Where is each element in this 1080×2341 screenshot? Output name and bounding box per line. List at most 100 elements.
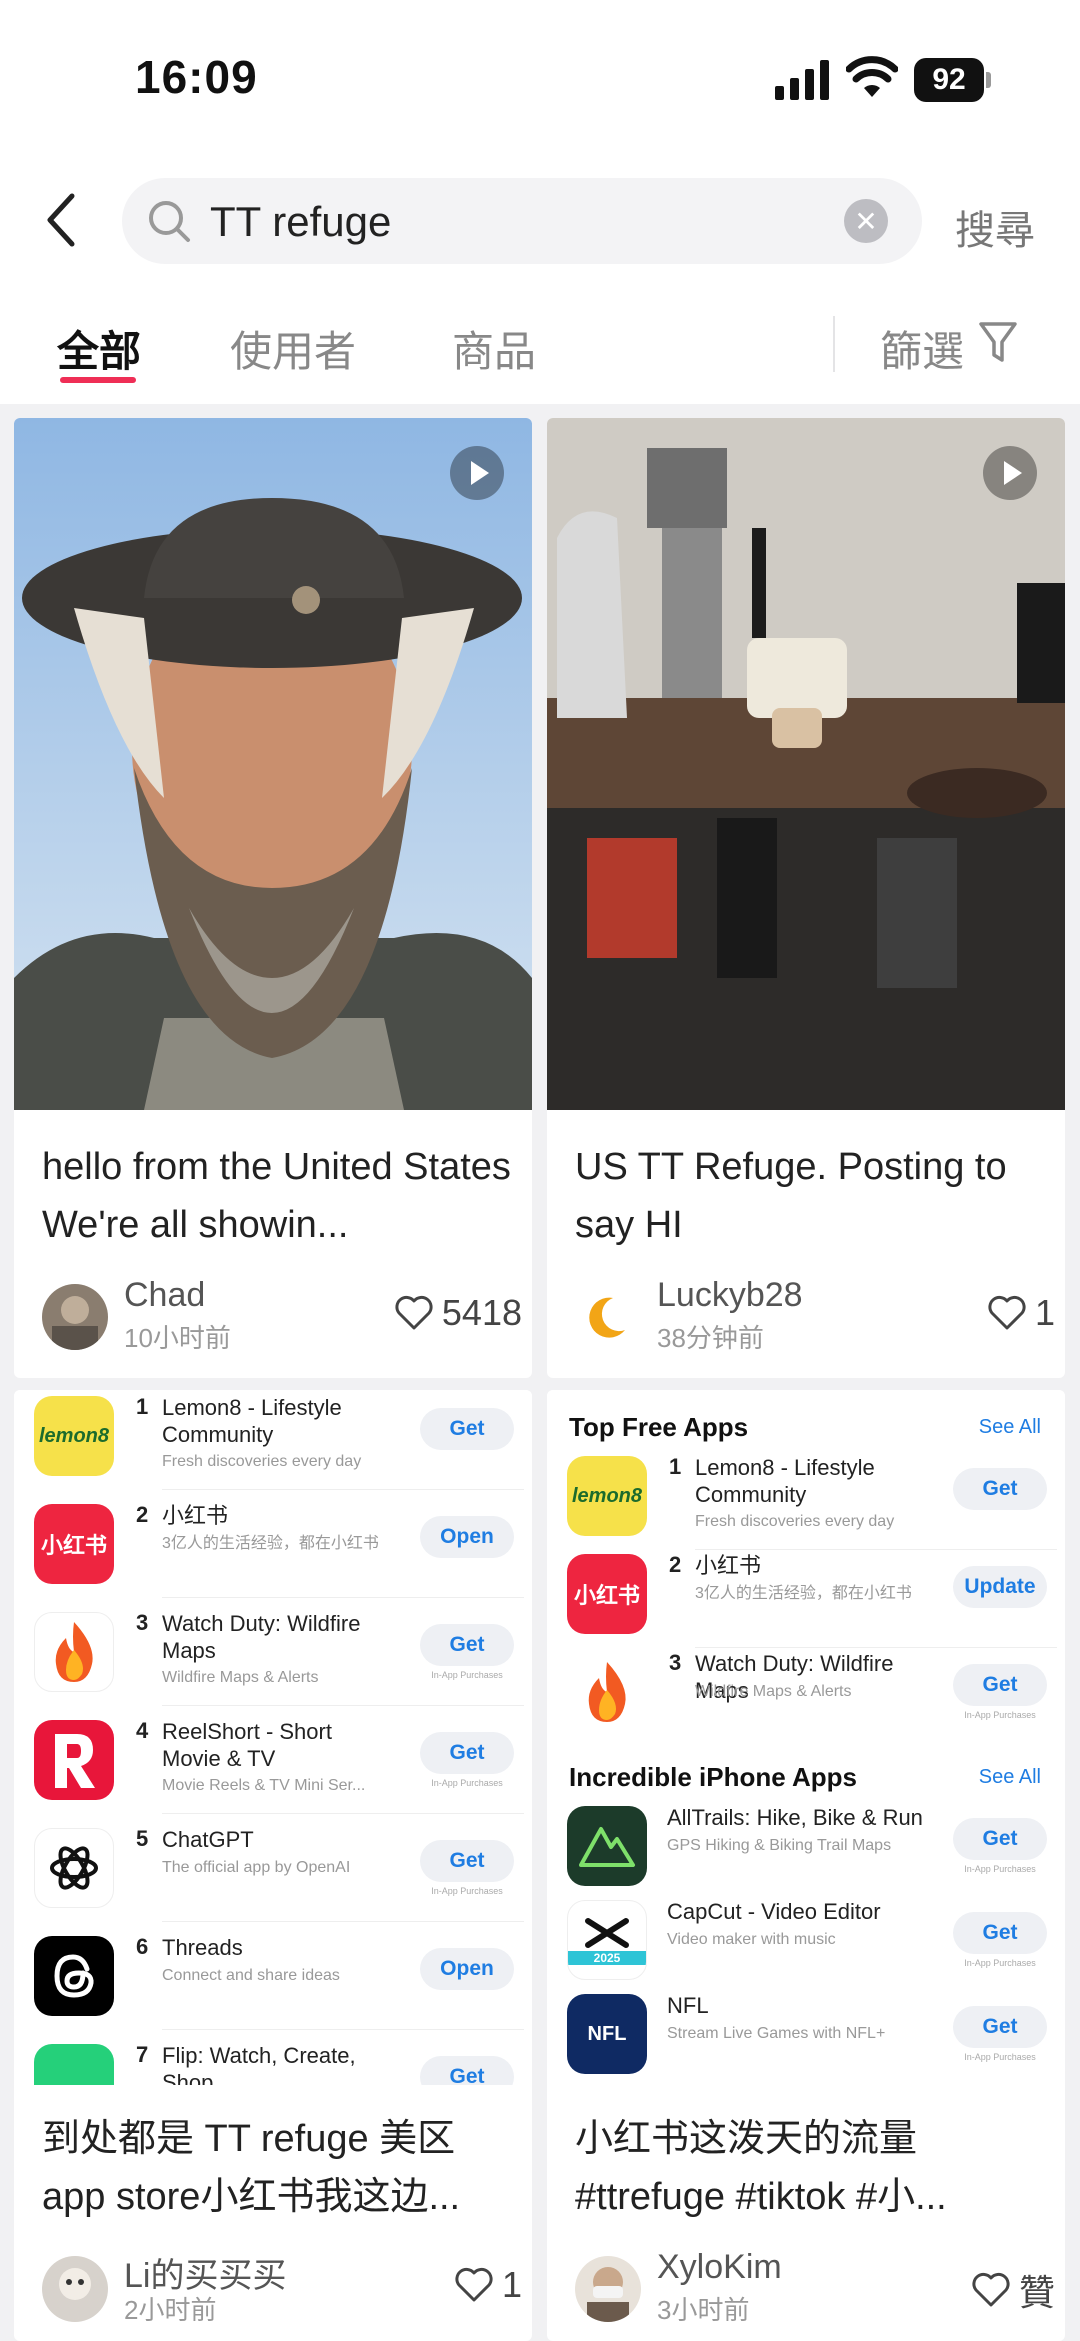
app-row: 3 Watch Duty: Wildfire Maps Wildfire Map… <box>34 1606 524 1706</box>
video-thumbnail[interactable] <box>547 418 1065 1110</box>
avatar[interactable] <box>42 1284 108 1350</box>
post-meta: Luckyb28 38分钟前 1 <box>575 1274 1055 1354</box>
app-row: 7 Flip: Watch, Create, Shop Get <box>34 2038 524 2085</box>
post-caption[interactable]: hello from the United States We're all s… <box>42 1138 512 1254</box>
lemon8-icon: lemon8 <box>567 1456 647 1536</box>
heart-icon <box>988 1295 1026 1330</box>
xiaohongshu-icon: 小红书 <box>567 1554 647 1634</box>
post-caption[interactable]: US TT Refuge. Posting to say HI <box>575 1138 1045 1254</box>
search-query[interactable]: TT refuge <box>210 198 391 246</box>
heart-icon <box>395 1295 433 1330</box>
avatar[interactable] <box>575 1284 641 1350</box>
status-bar: 16:09 92 <box>0 0 1080 160</box>
reelshort-icon <box>34 1720 114 1800</box>
post-image[interactable]: Top Free Apps See All lemon8 1 Lemon8 - … <box>547 1390 1065 2085</box>
post-image[interactable]: lemon8 1 Lemon8 - Lifestyle Community Fr… <box>14 1390 532 2085</box>
app-row: 4 ReelShort - Short Movie & TV Movie Ree… <box>34 1714 524 1814</box>
video-thumbnail[interactable] <box>14 418 532 1110</box>
get-button: Get <box>420 1408 514 1450</box>
filter-funnel-icon[interactable] <box>978 320 1018 366</box>
chatgpt-icon <box>34 1828 114 1908</box>
cellular-signal-icon <box>775 60 829 100</box>
open-button: Open <box>420 1948 514 1990</box>
like-count: 1 <box>1034 1292 1055 1333</box>
tab-users[interactable]: 使用者 <box>230 318 356 379</box>
app-store-screenshot: lemon8 1 Lemon8 - Lifestyle Community Fr… <box>14 1390 532 2085</box>
get-button: Get <box>420 1732 514 1774</box>
author-name[interactable]: Luckyb28 <box>657 1276 803 1315</box>
post-card[interactable]: US TT Refuge. Posting to say HI Luckyb28… <box>547 418 1065 1378</box>
like-button[interactable]: 5418 <box>394 1292 522 1334</box>
app-row: 小红书 2 小红书 3亿人的生活经验，都在小红书 Open <box>34 1498 524 1598</box>
app-row: lemon8 1 Lemon8 - Lifestyle Community Fr… <box>34 1390 524 1490</box>
search-icon <box>149 201 190 242</box>
post-caption[interactable]: 到处都是 TT refuge 美区 app store小红书我这边... <box>42 2110 512 2226</box>
header: 16:09 92 TT refuge ✕ 搜尋 全部 使用者 商品 篩選 <box>0 0 1080 404</box>
app-row: lemon8 1 Lemon8 - Lifestyle Community Fr… <box>567 1450 1057 1550</box>
active-tab-indicator <box>60 377 136 383</box>
post-card[interactable]: hello from the United States We're all s… <box>14 418 532 1378</box>
open-button: Open <box>420 1516 514 1558</box>
play-icon <box>450 446 504 500</box>
app-row: 6 Threads Connect and share ideas Open <box>34 1930 524 2030</box>
avatar[interactable] <box>575 2256 641 2322</box>
tab-all[interactable]: 全部 <box>57 318 141 379</box>
author-name[interactable]: Chad <box>124 1276 205 1315</box>
get-button: Get <box>420 2056 514 2085</box>
author-name[interactable]: XyloKim <box>657 2248 782 2287</box>
post-card[interactable]: Top Free Apps See All lemon8 1 Lemon8 - … <box>547 1390 1065 2341</box>
update-button: Update <box>953 1566 1047 1608</box>
like-count: 1 <box>501 2264 522 2305</box>
like-count: 贊 <box>1018 2272 1055 2313</box>
heart-icon <box>972 2272 1010 2307</box>
like-button[interactable]: 1 <box>987 1292 1055 1334</box>
play-icon <box>983 446 1037 500</box>
result-tabs: 全部 使用者 商品 篩選 <box>0 300 1080 404</box>
nfl-icon: NFL <box>567 1994 647 2074</box>
post-meta: Li的买买买 2小时前 1 <box>42 2246 522 2326</box>
get-button: Get <box>420 1840 514 1882</box>
get-button: Get <box>420 1624 514 1666</box>
app-row: NFL NFL Stream Live Games with NFL+ Get … <box>567 1988 1057 2085</box>
wifi-icon <box>846 56 898 97</box>
kitchen-counter-image <box>547 418 1065 1110</box>
filter-button[interactable]: 篩選 <box>880 318 964 379</box>
search-row: TT refuge ✕ 搜尋 <box>0 170 1080 280</box>
like-count: 5418 <box>441 1292 522 1333</box>
battery-indicator: 92 <box>914 58 984 102</box>
get-button: Get <box>953 2006 1047 2048</box>
post-time: 2小时前 <box>124 2295 217 2325</box>
alltrails-icon <box>567 1806 647 1886</box>
xiaohongshu-icon: 小红书 <box>34 1504 114 1584</box>
status-time: 16:09 <box>135 51 258 103</box>
tab-products[interactable]: 商品 <box>452 318 536 379</box>
like-button[interactable]: 贊 <box>971 2264 1055 2316</box>
battery-tip <box>986 72 991 88</box>
heart-icon <box>455 2267 493 2302</box>
get-button: Get <box>953 1468 1047 1510</box>
post-meta: XyloKim 3小时前 贊 <box>575 2246 1055 2326</box>
like-button[interactable]: 1 <box>454 2264 522 2306</box>
avatar[interactable] <box>42 2256 108 2322</box>
flip-icon <box>34 2044 114 2085</box>
app-row: 5 ChatGPT The official app by OpenAI Get… <box>34 1822 524 1922</box>
flame-icon <box>34 1612 114 1692</box>
post-card[interactable]: lemon8 1 Lemon8 - Lifestyle Community Fr… <box>14 1390 532 2341</box>
close-icon: ✕ <box>854 205 878 237</box>
search-button[interactable]: 搜尋 <box>955 198 1035 256</box>
get-button: Get <box>953 1912 1047 1954</box>
capcut-icon: 2025 <box>567 1900 647 1980</box>
app-store-screenshot: Top Free Apps See All lemon8 1 Lemon8 - … <box>547 1390 1065 2085</box>
search-input[interactable]: TT refuge ✕ <box>122 178 922 264</box>
clear-search-button[interactable]: ✕ <box>844 199 888 243</box>
get-button: Get <box>953 1818 1047 1860</box>
flame-icon <box>567 1652 647 1732</box>
cowboy-selfie-image <box>14 418 532 1110</box>
back-arrow-icon[interactable] <box>42 190 82 250</box>
post-meta: Chad 10小时前 5418 <box>42 1274 522 1354</box>
post-caption[interactable]: 小红书这泼天的流量 #ttrefuge #tiktok #小... <box>575 2110 1045 2226</box>
tab-divider <box>833 316 835 372</box>
post-time: 38分钟前 <box>657 1323 764 1353</box>
post-time: 3小时前 <box>657 2295 750 2325</box>
app-row: 小红书 2 小红书 3亿人的生活经验，都在小红书 Update <box>567 1548 1057 1648</box>
